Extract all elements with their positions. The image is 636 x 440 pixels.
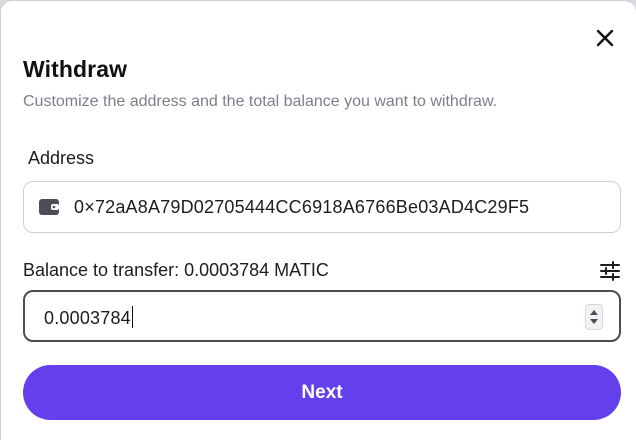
amount-value: 0.0003784	[44, 306, 133, 328]
amount-stepper[interactable]	[585, 304, 603, 330]
stepper-up-icon[interactable]	[590, 310, 598, 315]
amount-input[interactable]: 0.0003784	[23, 290, 621, 342]
text-caret	[131, 306, 133, 328]
close-icon	[596, 29, 614, 47]
address-field[interactable]: 0×72aA8A79D02705444CC6918A6766Be03AD4C29…	[23, 181, 621, 233]
stepper-down-icon[interactable]	[590, 319, 598, 324]
modal-subtitle: Customize the address and the total bala…	[23, 93, 498, 110]
close-button[interactable]	[594, 27, 616, 49]
address-label: Address	[28, 148, 95, 168]
wallet-icon	[39, 199, 59, 215]
address-value: 0×72aA8A79D02705444CC6918A6766Be03AD4C29…	[74, 197, 530, 217]
next-button[interactable]: Next	[23, 365, 621, 420]
sliders-icon[interactable]	[599, 260, 621, 282]
withdraw-modal: Withdraw Customize the address and the t…	[0, 0, 636, 440]
balance-label: Balance to transfer: 0.0003784 MATIC	[23, 260, 329, 280]
modal-title: Withdraw	[23, 56, 128, 82]
